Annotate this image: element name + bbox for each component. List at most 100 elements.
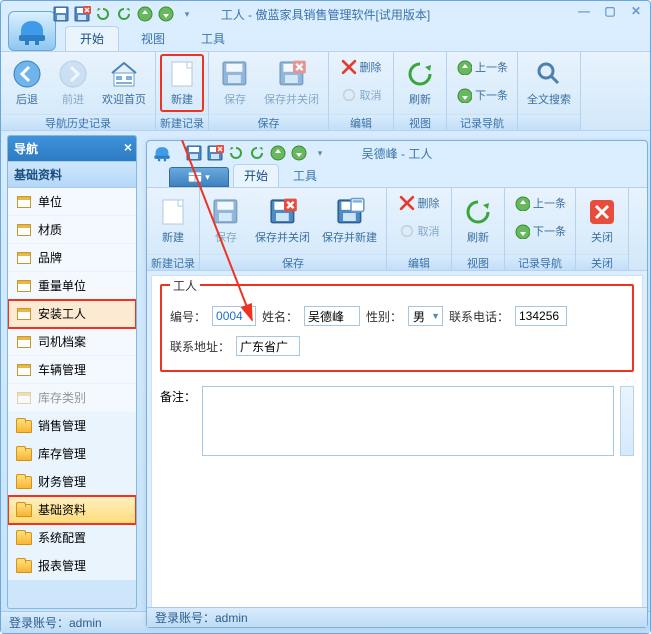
maximize-button[interactable]: ▢ xyxy=(602,4,618,18)
folder-icon xyxy=(16,503,32,517)
folder-icon xyxy=(16,447,32,461)
forward-button: 前进 xyxy=(51,54,95,112)
child-close-button[interactable]: 关闭 xyxy=(580,192,624,250)
worker-groupbox: 工人 编号： 姓名： 性别： 男▼ 联系电话： 联系地址： xyxy=(160,284,634,372)
groupbox-legend: 工人 xyxy=(170,277,200,294)
nav-item-driver[interactable]: 司机档案 xyxy=(8,328,136,356)
sex-combo[interactable]: 男▼ xyxy=(408,306,443,326)
nav-close-icon[interactable]: × xyxy=(124,139,132,155)
nav-group-basic[interactable]: 基础资料 xyxy=(8,161,136,188)
remark-label: 备注： xyxy=(160,386,196,456)
form-icon xyxy=(16,335,32,349)
child-group-view: 视图 xyxy=(452,254,504,270)
child-refresh-button[interactable]: 刷新 xyxy=(456,192,500,250)
child-qat-up-icon[interactable] xyxy=(269,144,287,162)
nav-folder-sales[interactable]: 销售管理 xyxy=(8,412,136,440)
child-tab-start[interactable]: 开始 xyxy=(233,164,279,187)
nav-folder-basic[interactable]: 基础资料 xyxy=(8,496,136,524)
back-button[interactable]: 后退 xyxy=(5,54,49,112)
qat-more-icon[interactable]: ▾ xyxy=(178,5,196,23)
group-view: 视图 xyxy=(394,114,446,130)
welcome-button[interactable]: 欢迎首页 xyxy=(97,54,151,112)
child-qat-redo-icon[interactable] xyxy=(248,144,266,162)
nav-folder-report[interactable]: 报表管理 xyxy=(8,552,136,580)
addr-label: 联系地址： xyxy=(170,338,230,355)
qat-redo-icon[interactable] xyxy=(115,5,133,23)
tab-tools[interactable]: 工具 xyxy=(187,27,239,51)
nav-item-vehicle[interactable]: 车辆管理 xyxy=(8,356,136,384)
tel-field[interactable] xyxy=(515,306,567,326)
nav-folder-finance[interactable]: 财务管理 xyxy=(8,468,136,496)
nav-folder-system[interactable]: 系统配置 xyxy=(8,524,136,552)
form-icon xyxy=(16,391,32,405)
child-tab-tools[interactable]: 工具 xyxy=(283,165,327,187)
scrollbar[interactable] xyxy=(620,386,634,456)
child-qat-down-icon[interactable] xyxy=(290,144,308,162)
next-record-button[interactable]: 下一条 xyxy=(451,82,513,108)
nav-item-weight-unit[interactable]: 重量单位 xyxy=(8,272,136,300)
form-icon xyxy=(16,307,32,321)
sex-label: 性别： xyxy=(366,308,402,325)
fulltext-search-button[interactable]: 全文搜索 xyxy=(522,54,576,112)
group-record-nav: 记录导航 xyxy=(447,114,517,130)
qat-up-icon[interactable] xyxy=(136,5,154,23)
child-new-button[interactable]: 新建 xyxy=(151,192,195,250)
nav-item-install-worker[interactable]: 安装工人 xyxy=(8,300,136,328)
tab-view[interactable]: 视图 xyxy=(127,27,179,51)
child-group-nav: 记录导航 xyxy=(505,254,575,270)
no-field[interactable] xyxy=(212,306,256,326)
form-icon xyxy=(16,223,32,237)
child-qat-undo-icon[interactable] xyxy=(227,144,245,162)
no-label: 编号： xyxy=(170,308,206,325)
delete-button[interactable]: 删除 xyxy=(333,54,389,80)
nav-folder-stock[interactable]: 库存管理 xyxy=(8,440,136,468)
child-group-close: 关闭 xyxy=(576,254,628,270)
child-group-save: 保存 xyxy=(200,254,386,270)
prev-record-button[interactable]: 上一条 xyxy=(451,54,513,80)
nav-item-material[interactable]: 材质 xyxy=(8,216,136,244)
qat-down-icon[interactable] xyxy=(157,5,175,23)
remark-field[interactable] xyxy=(202,386,614,456)
nav-item-stock-type[interactable]: 库存类别 xyxy=(8,384,136,412)
group-edit: 编辑 xyxy=(329,114,393,130)
name-field[interactable] xyxy=(304,306,360,326)
child-delete-button[interactable]: 删除 xyxy=(391,190,447,216)
folder-icon xyxy=(16,475,32,489)
child-cancel-button: 取消 xyxy=(391,218,447,244)
form-icon xyxy=(16,363,32,377)
child-status-account: 登录账号：admin xyxy=(155,609,248,626)
tel-label: 联系电话： xyxy=(449,308,509,325)
nav-panel: 导航 × 基础资料 单位 材质 品牌 重量单位 安装工人 司机档案 车辆管理 库存… xyxy=(7,135,137,609)
child-savenew-button[interactable]: 保存并新建 xyxy=(317,192,382,250)
folder-icon xyxy=(16,531,32,545)
form-icon xyxy=(16,251,32,265)
group-save: 保存 xyxy=(209,114,328,130)
child-saveclose-button[interactable]: 保存并关闭 xyxy=(250,192,315,250)
child-qat-more-icon[interactable]: ▾ xyxy=(311,144,329,162)
qat-save-icon[interactable] xyxy=(52,5,70,23)
child-next-button[interactable]: 下一条 xyxy=(509,218,571,244)
qat-saveclose-icon[interactable] xyxy=(73,5,91,23)
child-qat-saveclose-icon[interactable] xyxy=(206,144,224,162)
child-menu-book-button[interactable]: ▾ xyxy=(169,167,229,187)
chevron-down-icon: ▼ xyxy=(431,311,440,321)
nav-item-brand[interactable]: 品牌 xyxy=(8,244,136,272)
form-icon xyxy=(16,195,32,209)
child-save-button: 保存 xyxy=(204,192,248,250)
qat-undo-icon[interactable] xyxy=(94,5,112,23)
refresh-button[interactable]: 刷新 xyxy=(398,54,442,112)
child-qat-save-icon[interactable] xyxy=(185,144,203,162)
nav-title: 导航 xyxy=(14,142,38,156)
new-button[interactable]: 新建 xyxy=(160,54,204,112)
cancel-button: 取消 xyxy=(333,82,389,108)
addr-field[interactable] xyxy=(236,336,300,356)
name-label: 姓名： xyxy=(262,308,298,325)
nav-item-unit[interactable]: 单位 xyxy=(8,188,136,216)
child-prev-button[interactable]: 上一条 xyxy=(509,190,571,216)
minimize-button[interactable]: — xyxy=(576,4,592,18)
close-window-button[interactable]: ✕ xyxy=(628,4,644,18)
form-icon xyxy=(16,279,32,293)
group-search xyxy=(518,114,580,130)
tab-start[interactable]: 开始 xyxy=(65,26,119,51)
saveclose-button: 保存并关闭 xyxy=(259,54,324,112)
